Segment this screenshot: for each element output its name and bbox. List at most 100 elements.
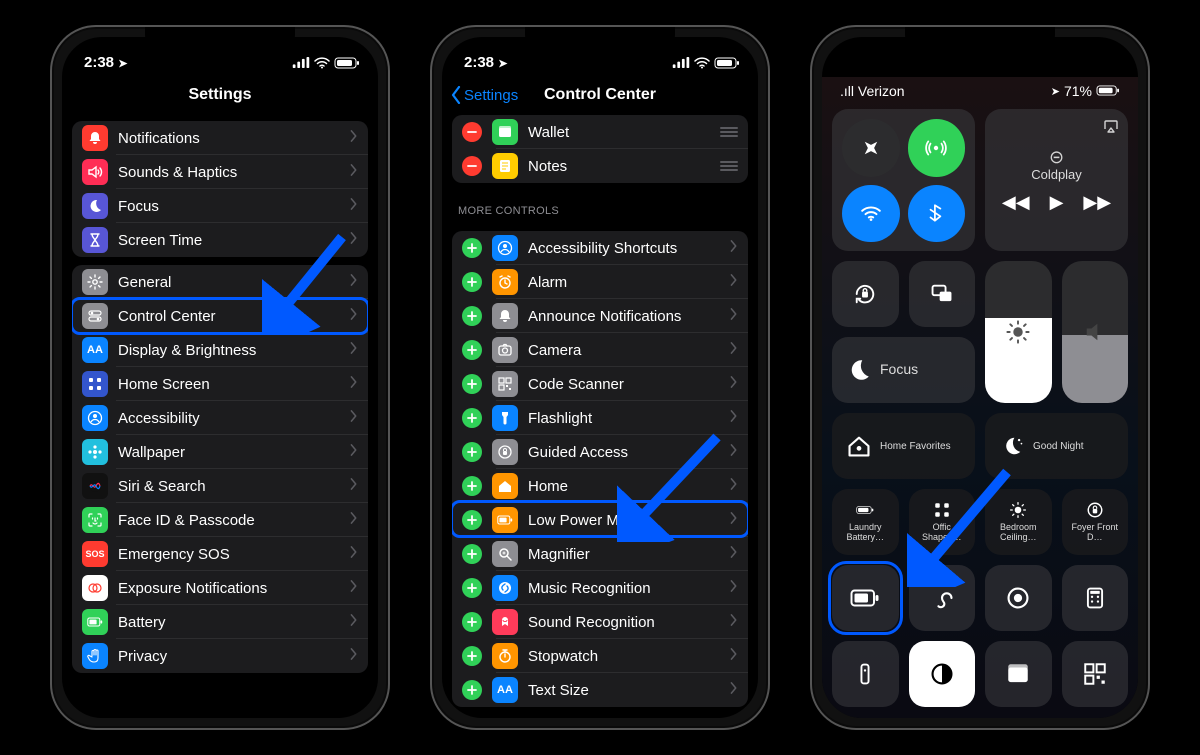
- settings-row[interactable]: Focus: [72, 189, 368, 223]
- low-power-mode-tile[interactable]: [832, 565, 899, 631]
- chevron-icon: [730, 477, 738, 495]
- remove-button[interactable]: [462, 122, 482, 142]
- remote-tile[interactable]: [832, 641, 899, 707]
- settings-row[interactable]: Low Power Mode: [452, 503, 748, 537]
- phone-control-center: .ıll Verizon ➤ 71%: [810, 25, 1150, 730]
- add-button[interactable]: [462, 612, 482, 632]
- section-header-more: MORE CONTROLS: [442, 191, 758, 223]
- reorder-grip[interactable]: [720, 161, 738, 171]
- add-button[interactable]: [462, 646, 482, 666]
- settings-row[interactable]: Siri & Search: [72, 469, 368, 503]
- calculator-tile[interactable]: [1062, 565, 1129, 631]
- add-button[interactable]: [462, 476, 482, 496]
- settings-row[interactable]: Sound Recognition: [452, 605, 748, 639]
- add-button[interactable]: [462, 442, 482, 462]
- settings-row[interactable]: Home Screen: [72, 367, 368, 401]
- lockring-icon: [492, 439, 518, 465]
- nav-title: Control Center: [544, 86, 656, 104]
- row-label: Face ID & Passcode: [118, 512, 350, 529]
- settings-row[interactable]: Guided Access: [452, 435, 748, 469]
- darkmode-tile[interactable]: [909, 641, 976, 707]
- bluetooth-toggle[interactable]: [908, 185, 966, 243]
- settings-row[interactable]: Notifications: [72, 121, 368, 155]
- settings-row[interactable]: Home: [452, 469, 748, 503]
- hk-tile-3[interactable]: Foyer Front D…: [1062, 489, 1129, 555]
- settings-row[interactable]: Camera: [452, 333, 748, 367]
- add-button[interactable]: [462, 544, 482, 564]
- add-button[interactable]: [462, 306, 482, 326]
- hourglass-icon: [82, 227, 108, 253]
- hk-tile-0[interactable]: Laundry Battery…: [832, 489, 899, 555]
- add-button[interactable]: [462, 510, 482, 530]
- add-button[interactable]: [462, 680, 482, 700]
- settings-row[interactable]: Screen Time: [72, 223, 368, 257]
- settings-row[interactable]: General: [72, 265, 368, 299]
- wallet-tile[interactable]: [985, 641, 1052, 707]
- carrier-label: .ıll Verizon: [840, 83, 905, 99]
- connectivity-tile[interactable]: [832, 109, 975, 251]
- settings-row[interactable]: Wallpaper: [72, 435, 368, 469]
- screen-mirroring-tile[interactable]: [909, 261, 976, 327]
- settings-row[interactable]: AA Display & Brightness: [72, 333, 368, 367]
- media-play[interactable]: ▶: [1050, 192, 1064, 213]
- media-next[interactable]: ▶▶: [1083, 192, 1111, 213]
- row-label: Guided Access: [528, 444, 730, 461]
- row-label: Display & Brightness: [118, 342, 350, 359]
- orientation-lock-tile[interactable]: [832, 261, 899, 327]
- airplane-toggle[interactable]: [842, 119, 900, 177]
- settings-row[interactable]: Accessibility Shortcuts: [452, 231, 748, 265]
- settings-row[interactable]: Music Recognition: [452, 571, 748, 605]
- scene-home-favorites[interactable]: Home Favorites: [832, 413, 975, 479]
- settings-row[interactable]: Wallet: [452, 115, 748, 149]
- settings-row[interactable]: Magnifier: [452, 537, 748, 571]
- brightness-slider[interactable]: [985, 261, 1052, 403]
- row-label: Flashlight: [528, 410, 730, 427]
- hearing-tile[interactable]: [909, 565, 976, 631]
- settings-row[interactable]: Notes: [452, 149, 748, 183]
- add-button[interactable]: [462, 374, 482, 394]
- add-button[interactable]: [462, 272, 482, 292]
- settings-row[interactable]: Battery: [72, 605, 368, 639]
- media-prev[interactable]: ◀◀: [1002, 192, 1030, 213]
- settings-row[interactable]: Exposure Notifications: [72, 571, 368, 605]
- settings-row[interactable]: Stopwatch: [452, 639, 748, 673]
- magnifier-icon: [492, 541, 518, 567]
- chevron-icon: [730, 409, 738, 427]
- chevron-icon: [350, 511, 358, 529]
- AA-icon: AA: [492, 677, 518, 703]
- focus-tile[interactable]: Focus: [832, 337, 975, 403]
- screen-record-tile[interactable]: [985, 565, 1052, 631]
- settings-row[interactable]: AA Text Size: [452, 673, 748, 707]
- add-button[interactable]: [462, 578, 482, 598]
- settings-row[interactable]: Privacy: [72, 639, 368, 673]
- qr-tile[interactable]: [1062, 641, 1129, 707]
- media-tile[interactable]: ⊝ Coldplay ◀◀ ▶ ▶▶: [985, 109, 1128, 251]
- chevron-icon: [350, 579, 358, 597]
- hk-tile-1[interactable]: Offic Shapes…: [909, 489, 976, 555]
- settings-row[interactable]: Alarm: [452, 265, 748, 299]
- status-time: 2:38: [84, 54, 114, 71]
- add-button[interactable]: [462, 238, 482, 258]
- volume-slider[interactable]: [1062, 261, 1129, 403]
- settings-row[interactable]: Accessibility: [72, 401, 368, 435]
- cellular-toggle[interactable]: [908, 119, 966, 177]
- hk-tile-2[interactable]: Bedroom Ceiling…: [985, 489, 1052, 555]
- settings-row[interactable]: Announce Notifications: [452, 299, 748, 333]
- reorder-grip[interactable]: [720, 127, 738, 137]
- nav-back-button[interactable]: Settings: [450, 86, 518, 104]
- shazam-icon: [492, 575, 518, 601]
- settings-row[interactable]: Control Center: [72, 299, 368, 333]
- add-button[interactable]: [462, 408, 482, 428]
- settings-row[interactable]: Sounds & Haptics: [72, 155, 368, 189]
- add-button[interactable]: [462, 340, 482, 360]
- remove-button[interactable]: [462, 156, 482, 176]
- wifi-toggle[interactable]: [842, 185, 900, 243]
- airplay-icon[interactable]: [1102, 117, 1120, 140]
- scene-good-night[interactable]: Good Night: [985, 413, 1128, 479]
- settings-row[interactable]: Code Scanner: [452, 367, 748, 401]
- settings-row[interactable]: Flashlight: [452, 401, 748, 435]
- settings-row[interactable]: SOS Emergency SOS: [72, 537, 368, 571]
- switches-icon: [82, 303, 108, 329]
- settings-row[interactable]: Face ID & Passcode: [72, 503, 368, 537]
- chevron-icon: [730, 239, 738, 257]
